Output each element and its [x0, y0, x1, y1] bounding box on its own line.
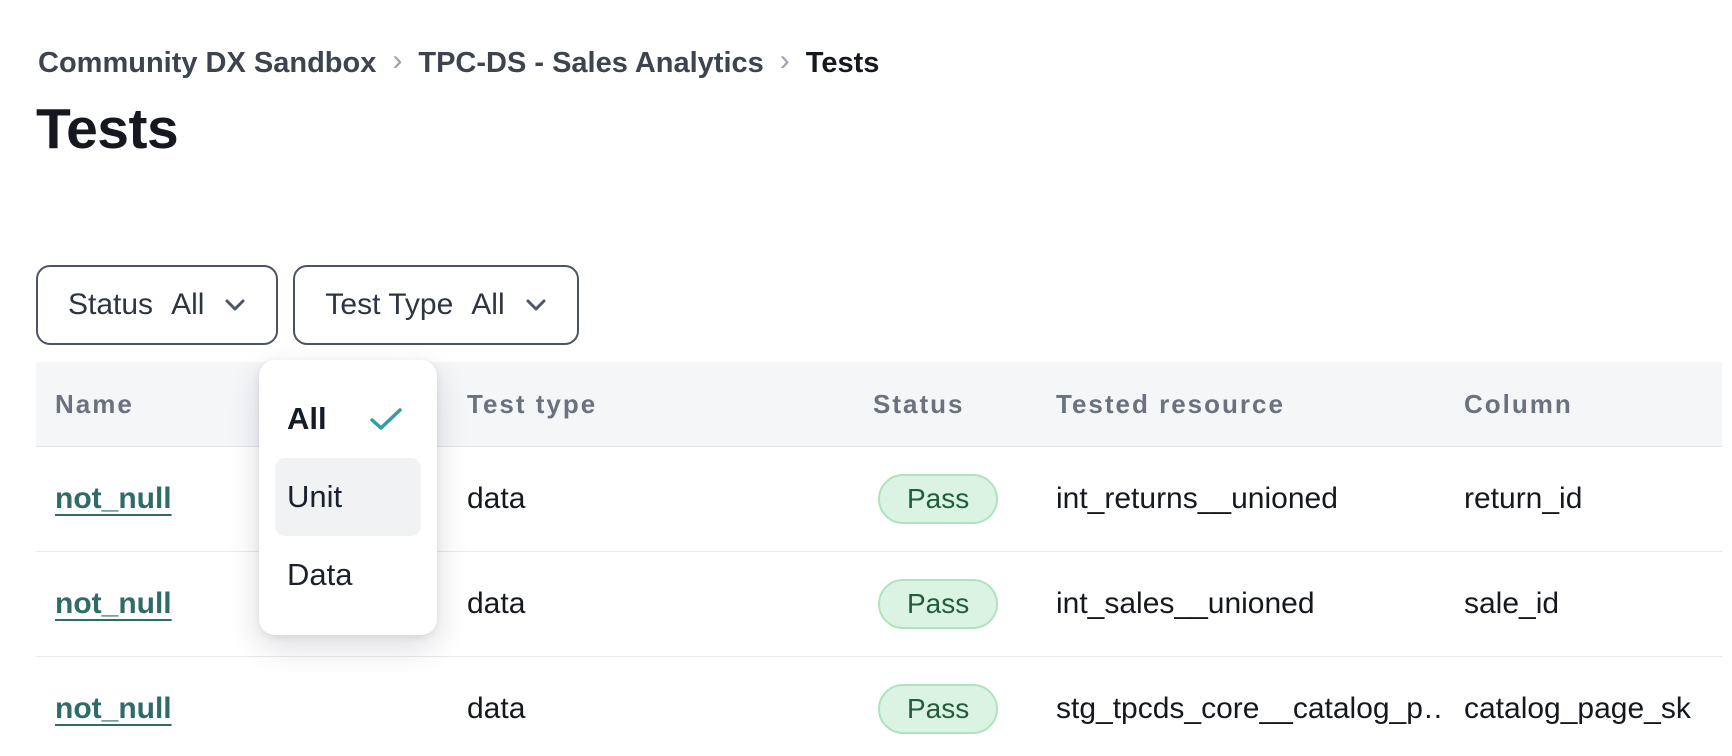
- check-icon: [369, 407, 403, 431]
- status-filter-value: All: [171, 288, 204, 322]
- dropdown-option-all[interactable]: All: [275, 380, 421, 458]
- column-header-test-type: Test type: [448, 389, 854, 420]
- breadcrumb-separator-icon: ›: [392, 44, 402, 78]
- test-name-link[interactable]: not_null: [55, 587, 172, 620]
- tested-resource-cell: int_sales__unioned: [1037, 587, 1445, 621]
- test-type-dropdown-menu: All Unit Data: [259, 360, 437, 635]
- tests-page: Community DX Sandbox › TPC-DS - Sales An…: [0, 0, 1732, 756]
- test-type-cell: data: [448, 692, 854, 726]
- column-cell: return_id: [1445, 482, 1722, 516]
- breadcrumb-project-link[interactable]: Community DX Sandbox: [38, 47, 376, 80]
- dropdown-option-all-label: All: [287, 401, 327, 437]
- breadcrumb-environment-link[interactable]: TPC-DS - Sales Analytics: [418, 47, 763, 80]
- column-header-status: Status: [854, 389, 1037, 420]
- breadcrumb-separator-icon: ›: [780, 44, 790, 78]
- column-header-column: Column: [1445, 389, 1722, 420]
- test-type-cell: data: [448, 482, 854, 516]
- test-type-filter-label: Test Type: [325, 288, 453, 322]
- chevron-down-icon: [224, 298, 246, 312]
- test-name-link[interactable]: not_null: [55, 692, 172, 725]
- test-type-filter-value: All: [471, 288, 504, 322]
- chevron-down-icon: [525, 298, 547, 312]
- test-type-filter-button[interactable]: Test Type All: [293, 265, 578, 345]
- tested-resource-cell: stg_tpcds_core__catalog_p…: [1037, 692, 1445, 726]
- tested-resource-cell: int_returns__unioned: [1037, 482, 1445, 516]
- column-cell: catalog_page_sk: [1445, 692, 1722, 726]
- status-filter-label: Status: [68, 288, 153, 322]
- status-badge: Pass: [878, 579, 998, 629]
- dropdown-option-data[interactable]: Data: [275, 536, 421, 614]
- status-badge: Pass: [878, 474, 998, 524]
- breadcrumb-current-page: Tests: [806, 47, 880, 80]
- column-cell: sale_id: [1445, 587, 1722, 621]
- status-badge: Pass: [878, 684, 998, 734]
- column-header-tested-resource: Tested resource: [1037, 389, 1445, 420]
- test-type-cell: data: [448, 587, 854, 621]
- table-row: not_null data Pass stg_tpcds_core__catal…: [36, 657, 1722, 756]
- test-name-link[interactable]: not_null: [55, 482, 172, 515]
- status-filter-button[interactable]: Status All: [36, 265, 278, 345]
- filter-bar: Status All Test Type All: [36, 265, 579, 345]
- page-title: Tests: [36, 96, 178, 162]
- breadcrumb: Community DX Sandbox › TPC-DS - Sales An…: [38, 46, 879, 80]
- dropdown-option-unit[interactable]: Unit: [275, 458, 421, 536]
